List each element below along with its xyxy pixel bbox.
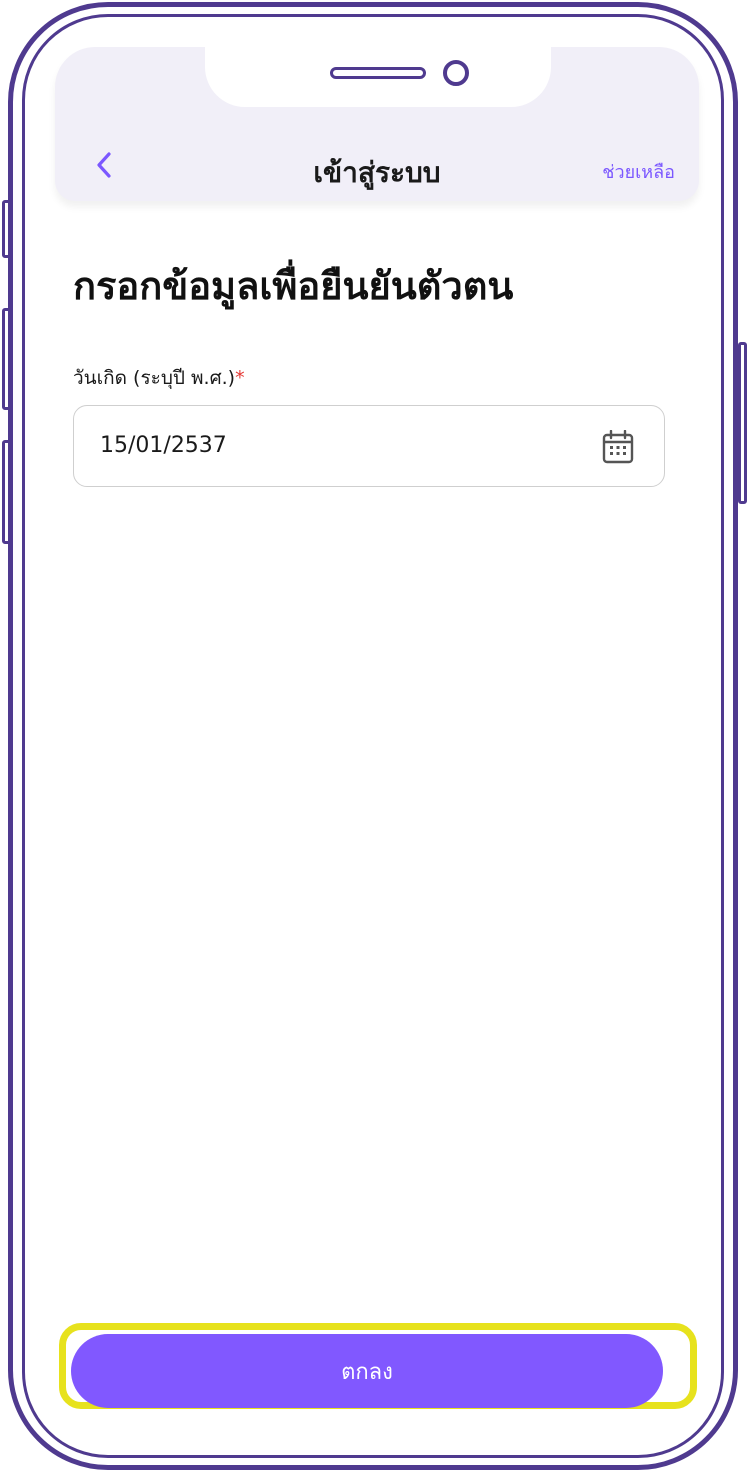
birthdate-label-text: วันเกิด (ระบุปี พ.ศ.) — [73, 367, 236, 389]
chevron-left-icon — [97, 152, 111, 178]
help-link[interactable]: ช่วยเหลือ — [602, 157, 675, 186]
app-header: เข้าสู่ระบบ ช่วยเหลือ — [55, 41, 699, 201]
calendar-icon[interactable] — [602, 430, 634, 464]
screenshot-stage: เข้าสู่ระบบ ช่วยเหลือ กรอกข้อมูลเพื่อยืน… — [0, 0, 750, 1474]
confirm-button[interactable]: ตกลง — [71, 1334, 663, 1408]
camera-icon — [443, 60, 469, 86]
birthdate-value: 15/01/2537 — [100, 433, 227, 458]
birthdate-field[interactable]: 15/01/2537 — [73, 405, 665, 487]
speaker-icon — [330, 67, 426, 79]
phone-screen: เข้าสู่ระบบ ช่วยเหลือ กรอกข้อมูลเพื่อยืน… — [22, 14, 724, 1458]
phone-notch — [205, 41, 551, 107]
birthdate-label: วันเกิด (ระบุปี พ.ศ.)* — [73, 363, 245, 393]
phone-side-button-power — [738, 342, 747, 504]
back-button[interactable] — [89, 147, 119, 183]
section-heading: กรอกข้อมูลเพื่อยืนยันตัวตน — [73, 264, 514, 308]
required-mark: * — [235, 367, 245, 389]
page-title: เข้าสู่ระบบ — [313, 156, 441, 189]
